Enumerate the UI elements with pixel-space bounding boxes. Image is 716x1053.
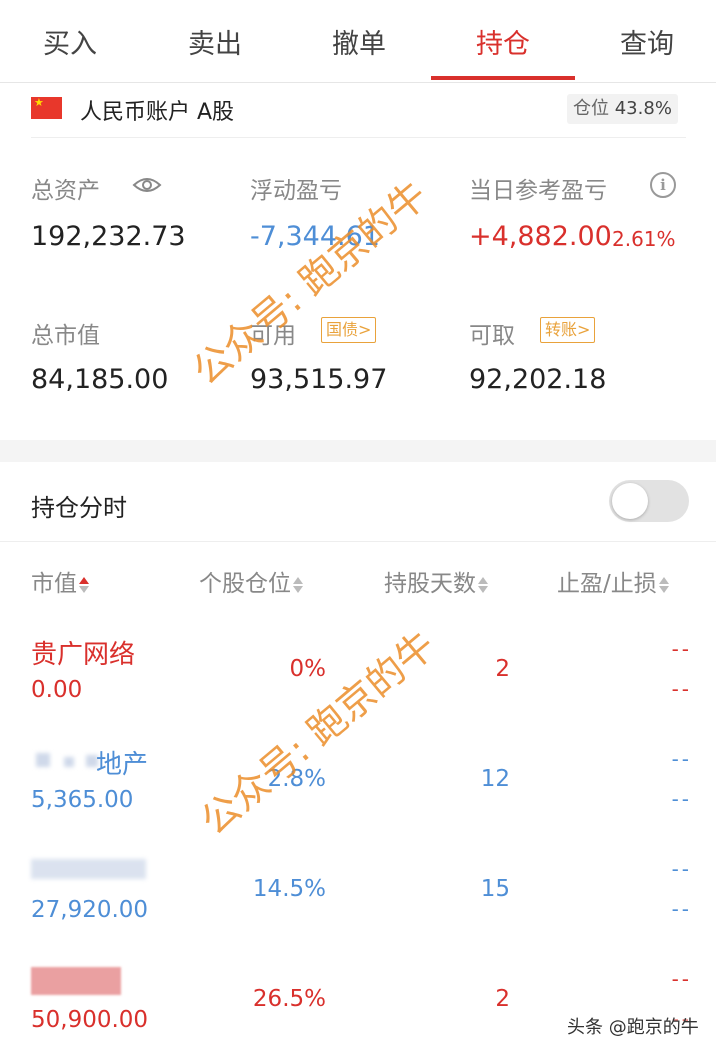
toggle-knob [612,483,648,519]
daily-pl-value: +4,882.00 [469,221,612,252]
total-assets-value: 192,232.73 [31,221,186,252]
timeshare-label: 持仓分时 [31,494,127,522]
column-header-days[interactable]: 持股天数 [384,564,488,598]
tab-bar: 买入 卖出 撤单 持仓 查询 [0,0,716,83]
market-value-value: 84,185.00 [31,364,169,395]
take-profit: -- [671,637,692,661]
tab-query[interactable]: 查询 [597,22,697,61]
available-value: 93,515.97 [250,364,388,395]
stock-market-value: 5,365.00 [31,787,134,813]
column-header-position[interactable]: 个股仓位 [199,564,303,598]
transfer-tag[interactable]: 转账> [540,317,596,343]
table-row[interactable]: 27,920.00 14.5% 15 -- -- [0,845,716,945]
withdrawable-label: 可取 [469,323,515,349]
floating-pl-label: 浮动盈亏 [250,178,342,204]
stock-position: 14.5% [252,876,326,902]
stop-loss: -- [671,787,692,811]
column-header-label: 市值 [31,571,77,597]
tab-positions[interactable]: 持仓 [453,22,553,61]
position-ratio-label: 仓位 [573,98,609,119]
redacted-stock-name [31,967,121,995]
sort-icon [293,574,303,596]
column-header-label: 持股天数 [384,571,476,597]
market-value-label: 总市值 [31,323,100,349]
daily-pl-label: 当日参考盈亏 [469,178,607,204]
redacted-stock-name [31,859,146,879]
take-profit: -- [671,857,692,881]
stock-name: 地产 [96,750,149,780]
sort-icon [658,574,669,596]
sort-icon [478,574,488,596]
take-profit: -- [671,967,692,991]
table-row[interactable]: 地产 5,365.00 2.8% 12 -- -- [0,735,716,835]
holding-days: 15 [480,876,510,902]
stock-market-value: 27,920.00 [31,897,149,923]
position-ratio-value: 43.8% [614,98,672,119]
stop-loss: -- [671,677,692,701]
column-header-label: 止盈/止损 [557,571,657,597]
stock-position: 26.5% [252,986,326,1012]
column-header-tp-sl[interactable]: 止盈/止损 [557,564,669,598]
holding-days: 12 [480,766,510,792]
redacted-stock-name [64,757,74,767]
info-icon[interactable]: i [650,172,676,198]
tab-buy[interactable]: 买入 [20,22,120,61]
redacted-stock-name [36,753,50,767]
withdrawable-value: 92,202.18 [469,364,607,395]
column-header-market-value[interactable]: 市值 [31,564,89,598]
stock-market-value: 50,900.00 [31,1007,149,1033]
sort-icon [79,574,89,596]
divider [31,137,686,138]
holding-days: 2 [495,986,510,1012]
stop-loss: -- [671,897,692,921]
active-tab-indicator [431,76,575,80]
timeshare-toggle[interactable] [609,480,689,522]
treasury-bond-tag[interactable]: 国债> [321,317,377,343]
account-name[interactable]: 人民币账户 A股 [80,94,234,126]
eye-icon[interactable] [132,174,162,196]
stock-position: 0% [289,656,327,682]
stock-market-value: 0.00 [31,677,83,703]
take-profit: -- [671,747,692,771]
column-header-label: 个股仓位 [199,571,291,597]
daily-pl-percent: 2.61% [612,227,676,251]
china-flag-icon: ★ [31,97,62,119]
divider [0,541,716,542]
tab-cancel[interactable]: 撤单 [309,22,409,61]
section-gap [0,440,716,462]
stock-name: 贵广网络 [31,640,136,670]
tab-sell[interactable]: 卖出 [165,22,265,61]
footer-watermark: 头条 @跑京的牛 [567,1017,699,1038]
total-assets-label: 总资产 [31,178,100,204]
position-ratio-badge: 仓位 43.8% [567,94,678,124]
